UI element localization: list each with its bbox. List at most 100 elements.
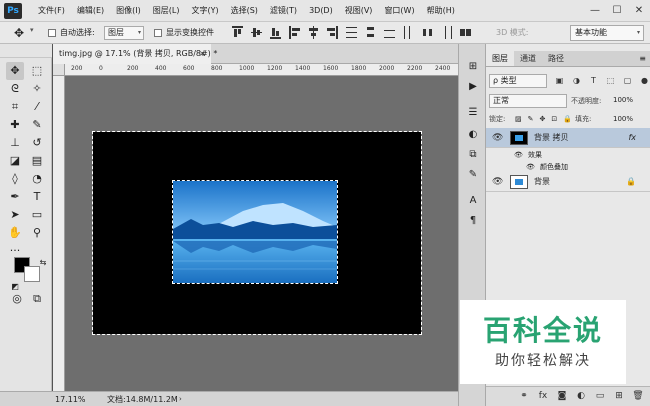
healing-brush-tool-icon[interactable]: ✚ <box>6 116 24 134</box>
type-tool-icon[interactable]: T <box>28 188 46 206</box>
play-actions-icon[interactable]: ▶ <box>466 80 480 94</box>
layer-row[interactable]: 👁 背景 拷贝 fx <box>486 128 650 148</box>
lock-pixels-icon[interactable]: ✎ <box>528 112 534 126</box>
zoom-level[interactable]: 17.11% <box>55 393 86 406</box>
quick-mask-icon[interactable]: ◎ <box>8 290 26 308</box>
distribute-vcenter-icon[interactable] <box>365 26 376 39</box>
adjustment-layer-icon[interactable]: ◐ <box>575 390 587 403</box>
history-panel-icon[interactable]: ⊞ <box>466 60 480 74</box>
distribute-hcenter-icon[interactable] <box>422 26 433 39</box>
distribute-left-icon[interactable] <box>403 26 414 39</box>
panel-menu-icon[interactable]: ≡ <box>639 51 646 67</box>
menu-filter[interactable]: 滤镜(T) <box>264 0 303 22</box>
lock-all-icon[interactable]: 🔒 <box>563 112 572 126</box>
tab-paths[interactable]: 路径 <box>542 51 570 66</box>
add-style-icon[interactable]: fx <box>537 390 549 403</box>
paragraph-panel-icon[interactable]: ¶ <box>466 214 480 228</box>
filter-pixel-icon[interactable]: ▣ <box>555 75 564 86</box>
layer-row[interactable]: 👁 背景 🔒 <box>486 172 650 192</box>
filter-toggle-icon[interactable]: ● <box>640 75 649 86</box>
menu-help[interactable]: 帮助(H) <box>421 0 461 22</box>
add-mask-icon[interactable]: ◙ <box>556 390 568 403</box>
filter-smart-object-icon[interactable]: ▢ <box>623 75 632 86</box>
show-transform-checkbox[interactable] <box>154 29 162 37</box>
eye-icon[interactable]: 👁 <box>514 149 523 161</box>
properties-panel-icon[interactable]: ☰ <box>466 106 480 120</box>
opacity-input[interactable]: 100% <box>613 96 633 104</box>
lock-transparent-icon[interactable]: ▨ <box>515 112 522 126</box>
menu-window[interactable]: 窗口(W) <box>378 0 420 22</box>
close-button[interactable]: ✕ <box>632 4 646 18</box>
menu-3d[interactable]: 3D(D) <box>303 0 339 22</box>
align-vcenter-icon[interactable] <box>251 26 262 39</box>
effects-row[interactable]: 👁 效果 <box>486 149 650 161</box>
crop-tool-icon[interactable]: ⌗ <box>6 98 24 116</box>
libraries-panel-icon[interactable]: ⧉ <box>466 148 480 162</box>
delete-layer-icon[interactable]: 🗑 <box>632 390 644 403</box>
workspace-dropdown[interactable]: 基本功能 ▾ <box>570 25 644 41</box>
eye-icon[interactable]: 👁 <box>492 176 503 188</box>
new-layer-icon[interactable]: ⊞ <box>613 390 625 403</box>
filter-shape-icon[interactable]: ⬚ <box>606 75 615 86</box>
clone-stamp-tool-icon[interactable]: ⊥ <box>6 134 24 152</box>
status-menu-arrow[interactable]: › <box>179 393 182 406</box>
align-top-icon[interactable] <box>232 26 243 39</box>
background-color-swatch[interactable] <box>24 266 40 282</box>
move-tool-icon[interactable]: ✥ <box>6 62 24 80</box>
distribute-right-icon[interactable] <box>441 26 452 39</box>
new-group-icon[interactable]: ▭ <box>594 390 606 403</box>
auto-align-icon[interactable] <box>460 26 471 39</box>
rectangle-tool-icon[interactable]: ▭ <box>28 206 46 224</box>
align-left-icon[interactable] <box>289 26 300 39</box>
lock-position-icon[interactable]: ✥ <box>540 112 546 126</box>
distribute-bottom-icon[interactable] <box>384 26 395 39</box>
minimize-button[interactable]: — <box>588 4 602 18</box>
zoom-tool-icon[interactable]: ⚲ <box>28 224 46 242</box>
fx-icon[interactable]: fx <box>628 128 636 148</box>
tab-channels[interactable]: 通道 <box>514 51 542 66</box>
image-canvas[interactable] <box>92 131 422 335</box>
menu-edit[interactable]: 编辑(E) <box>71 0 110 22</box>
document-tab[interactable]: timg.jpg @ 17.1% (背景 拷贝, RGB/8#) * <box>53 44 217 64</box>
adjustments-panel-icon[interactable]: ◐ <box>466 128 480 142</box>
brush-panel-icon[interactable]: ✎ <box>466 168 480 182</box>
menu-view[interactable]: 视图(V) <box>339 0 379 22</box>
blend-mode-dropdown[interactable]: 正常 <box>489 94 567 108</box>
eye-icon[interactable]: 👁 <box>492 132 503 144</box>
align-bottom-icon[interactable] <box>270 26 281 39</box>
lasso-tool-icon[interactable]: ᘓ <box>6 80 24 98</box>
menu-type[interactable]: 文字(Y) <box>185 0 224 22</box>
filter-kind-dropdown[interactable]: ρ 类型 <box>489 74 547 88</box>
marquee-tool-icon[interactable]: ⬚ <box>28 62 46 80</box>
lock-artboard-icon[interactable]: ⊡ <box>551 112 557 126</box>
eyedropper-tool-icon[interactable]: ⁄ <box>28 98 46 116</box>
close-tab-icon[interactable]: × <box>199 44 206 64</box>
align-hcenter-icon[interactable] <box>308 26 319 39</box>
distribute-top-icon[interactable] <box>346 26 357 39</box>
hand-tool-icon[interactable]: ✋ <box>6 224 24 242</box>
menu-file[interactable]: 文件(F) <box>32 0 71 22</box>
eraser-tool-icon[interactable]: ◪ <box>6 152 24 170</box>
move-tool-icon[interactable]: ✥ <box>12 26 26 40</box>
magic-wand-tool-icon[interactable]: ✧ <box>28 80 46 98</box>
auto-select-checkbox[interactable] <box>48 29 56 37</box>
auto-select-dropdown[interactable]: 图层 ▾ <box>104 26 144 40</box>
history-brush-tool-icon[interactable]: ↺ <box>28 134 46 152</box>
brush-tool-icon[interactable]: ✎ <box>28 116 46 134</box>
chevron-down-icon[interactable]: ▾ <box>30 26 34 34</box>
menu-image[interactable]: 图像(I) <box>110 0 147 22</box>
screen-mode-icon[interactable]: ⧉ <box>28 290 46 308</box>
blur-tool-icon[interactable]: ◊ <box>6 170 24 188</box>
align-right-icon[interactable] <box>327 26 338 39</box>
filter-type-icon[interactable]: T <box>589 75 598 86</box>
menu-select[interactable]: 选择(S) <box>225 0 264 22</box>
filter-adjustment-icon[interactable]: ◑ <box>572 75 581 86</box>
path-selection-tool-icon[interactable]: ➤ <box>6 206 24 224</box>
menu-layer[interactable]: 图层(L) <box>147 0 186 22</box>
tab-layers[interactable]: 图层 <box>486 51 514 66</box>
dodge-tool-icon[interactable]: ◔ <box>28 170 46 188</box>
fill-input[interactable]: 100% <box>613 112 633 126</box>
gradient-tool-icon[interactable]: ▤ <box>28 152 46 170</box>
link-layers-icon[interactable]: ⚭ <box>518 390 530 403</box>
pen-tool-icon[interactable]: ✒ <box>6 188 24 206</box>
